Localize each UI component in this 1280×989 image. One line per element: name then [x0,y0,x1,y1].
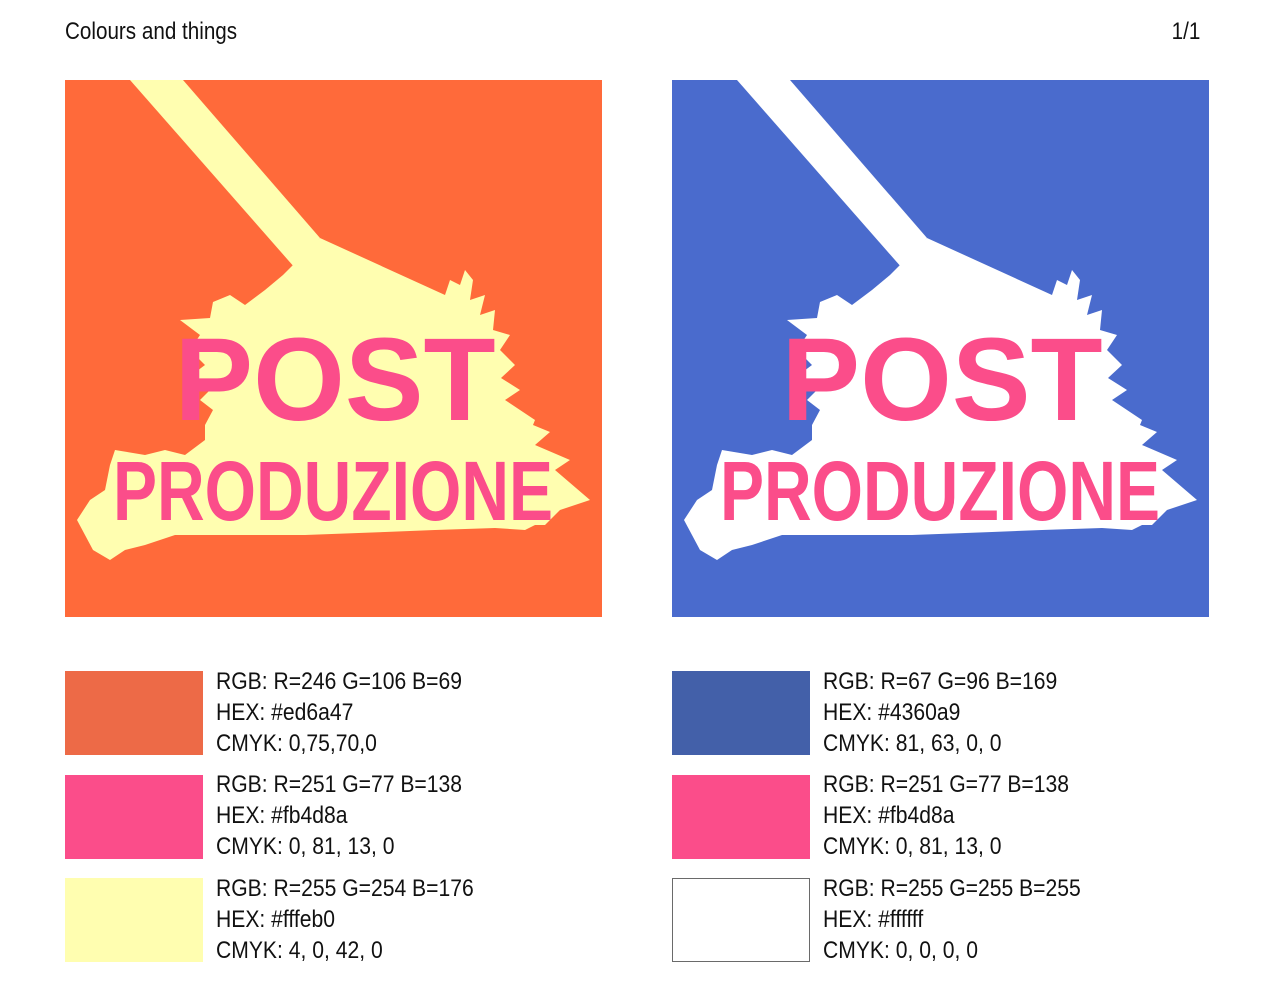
swatch-white-values: RGB: R=255 G=255 B=255 HEX: #ffffff CMYK… [823,873,1081,966]
swatch-orange-values: RGB: R=246 G=106 B=69 HEX: #ed6a47 CMYK:… [216,666,462,759]
swatch-pink-values: RGB: R=251 G=77 B=138 HEX: #fb4d8a CMYK:… [823,769,1069,862]
swatch-yellow [65,878,203,962]
cmyk-value: CMYK: 81, 63, 0, 0 [823,730,1002,757]
hex-value: HEX: #fb4d8a [823,802,955,829]
hex-value: HEX: #fffeb0 [216,906,335,933]
swatch-yellow-values: RGB: R=255 G=254 B=176 HEX: #fffeb0 CMYK… [216,873,474,966]
swatch-pink [65,775,203,859]
rgb-value: RGB: R=255 G=255 B=255 [823,875,1081,902]
logo-text-post: POST [174,314,495,446]
hex-value: HEX: #4360a9 [823,699,961,726]
logo-panel-orange: POST PRODUZIONE [65,80,602,617]
swatch-pink [672,775,810,859]
swatch-pink-values: RGB: R=251 G=77 B=138 HEX: #fb4d8a CMYK:… [216,769,462,862]
post-produzione-logo-orange: POST PRODUZIONE [65,80,602,617]
swatch-blue [672,671,810,755]
swatch-orange [65,671,203,755]
rgb-value: RGB: R=246 G=106 B=69 [216,668,462,695]
page-number: 1/1 [1171,18,1200,45]
swatch-blue-values: RGB: R=67 G=96 B=169 HEX: #4360a9 CMYK: … [823,666,1057,759]
cmyk-value: CMYK: 0, 81, 13, 0 [823,833,1002,860]
logo-text-produzione: PRODUZIONE [113,444,553,538]
swatch-white [672,878,810,962]
cmyk-value: CMYK: 0, 81, 13, 0 [216,833,395,860]
logo-panel-blue: POST PRODUZIONE [672,80,1209,617]
rgb-value: RGB: R=251 G=77 B=138 [823,771,1069,798]
logo-text-produzione: PRODUZIONE [720,444,1160,538]
cmyk-value: CMYK: 0, 0, 0, 0 [823,937,978,964]
cmyk-value: CMYK: 0,75,70,0 [216,730,377,757]
logo-text-post: POST [781,314,1102,446]
rgb-value: RGB: R=255 G=254 B=176 [216,875,474,902]
page-title: Colours and things [65,18,238,45]
hex-value: HEX: #ed6a47 [216,699,354,726]
cmyk-value: CMYK: 4, 0, 42, 0 [216,937,383,964]
rgb-value: RGB: R=67 G=96 B=169 [823,668,1058,695]
rgb-value: RGB: R=251 G=77 B=138 [216,771,462,798]
post-produzione-logo-blue: POST PRODUZIONE [672,80,1209,617]
hex-value: HEX: #ffffff [823,906,924,933]
hex-value: HEX: #fb4d8a [216,802,348,829]
